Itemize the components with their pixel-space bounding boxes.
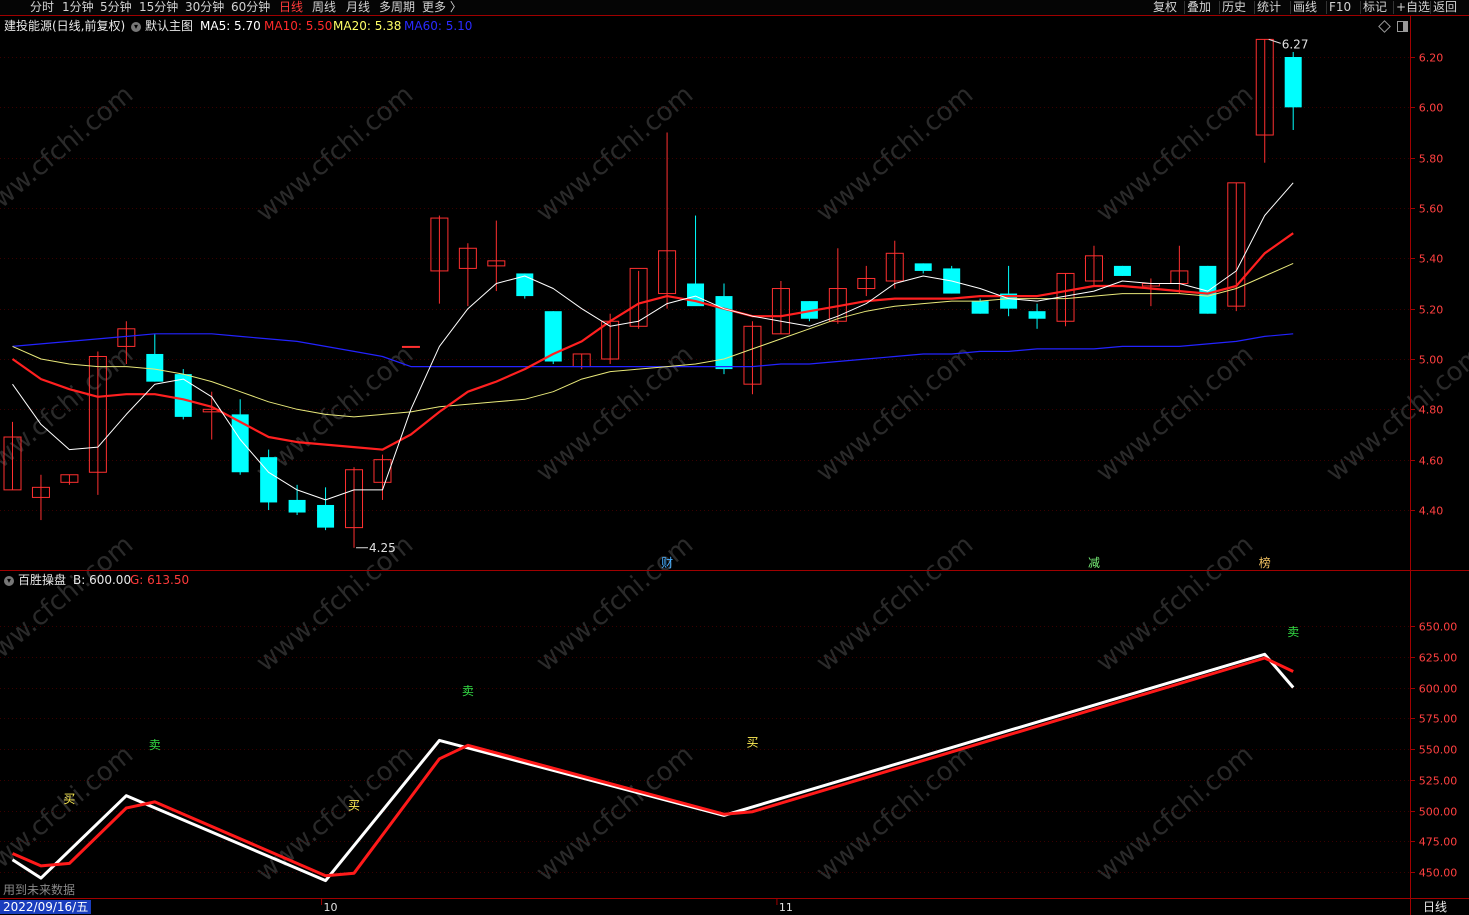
candle-body — [146, 353, 164, 382]
watermark-text: www.cfchi.com — [811, 740, 980, 888]
watermark-text: www.cfchi.com — [1091, 530, 1260, 678]
sub-y-tick-label: 575.00 — [1419, 713, 1458, 726]
high-marker-arrow — [1268, 38, 1281, 44]
period-label[interactable]: 日线 — [1423, 900, 1447, 914]
chevron-down-icon: ▾ — [131, 21, 141, 32]
sub-y-tick-label: 625.00 — [1419, 652, 1458, 665]
candle-body — [516, 273, 534, 297]
watermark-text: www.cfchi.com — [1321, 340, 1469, 488]
sub-y-tick-label: 650.00 — [1419, 621, 1458, 634]
event-marker: 榜 — [1259, 555, 1271, 570]
candle-body — [1284, 57, 1302, 108]
sub-y-tick-label: 600.00 — [1419, 683, 1458, 696]
indicator-b-value: B: 600.00 — [73, 573, 132, 587]
ma-label-1: MA10: 5.50 — [264, 19, 333, 33]
event-marker: 财 — [661, 556, 673, 570]
template-label: 默认主图 — [145, 19, 194, 33]
watermark-text: www.cfchi.com — [1091, 740, 1260, 888]
chevron-down-icon: ▾ — [4, 575, 14, 586]
watermark-text: www.cfchi.com — [251, 740, 420, 888]
sub-y-tick-label: 450.00 — [1419, 867, 1458, 880]
watermark-text: www.cfchi.com — [811, 80, 980, 228]
signal-label: 买 — [348, 798, 360, 812]
panel-toggle-icon[interactable] — [1397, 21, 1408, 32]
y-tick-label: 4.80 — [1419, 404, 1444, 417]
y-tick-label: 6.20 — [1419, 52, 1444, 65]
y-tick-label: 5.60 — [1419, 203, 1444, 216]
candle-body — [1028, 311, 1046, 319]
high-price-label: 6.27 — [1282, 37, 1309, 51]
candle-body — [401, 345, 420, 348]
ma-label-3: MA60: 5.10 — [404, 19, 473, 33]
candle-body — [260, 457, 278, 503]
sub-y-tick-label: 500.00 — [1419, 806, 1458, 819]
watermark-text: www.cfchi.com — [1091, 80, 1260, 228]
watermark-text: www.cfchi.com — [251, 80, 420, 228]
ma-label-0: MA5: 5.70 — [200, 19, 261, 33]
template-selector[interactable]: ▾ 默认主图 — [131, 19, 193, 33]
y-tick-label: 4.40 — [1419, 505, 1444, 518]
sub-y-tick-label: 550.00 — [1419, 744, 1458, 757]
watermark-text: www.cfchi.com — [0, 80, 139, 228]
candle-body — [1113, 265, 1131, 276]
watermark-text: www.cfchi.com — [531, 80, 700, 228]
ma10-line — [11, 232, 1294, 451]
watermark-text: www.cfchi.com — [811, 530, 980, 678]
candle-body — [288, 499, 306, 513]
y-tick-label: 5.40 — [1419, 253, 1444, 266]
future-data-warning: 用到未来数据 — [3, 883, 76, 897]
signal-label: 卖 — [1287, 625, 1299, 639]
ma-label-2: MA20: 5.38 — [333, 19, 402, 33]
low-price-label: 4.25 — [369, 541, 396, 555]
ma5-line — [12, 182, 1294, 501]
watermark-text: www.cfchi.com — [531, 740, 700, 888]
signal-label: 买 — [63, 792, 75, 806]
watermark-text: www.cfchi.com — [531, 340, 700, 488]
signal-label: 买 — [746, 736, 758, 750]
y-tick-label: 5.20 — [1419, 304, 1444, 317]
event-marker: 减 — [1088, 556, 1100, 570]
kline-chart: www.cfchi.com www.cfchi.com www.cfchi.com w… — [0, 15, 1469, 915]
indicator-g-value: G: 613.50 — [130, 573, 190, 587]
cursor-date-label: 2022/09/16/五 — [0, 900, 92, 914]
stock-title[interactable]: 建投能源(日线,前复权) — [4, 19, 125, 33]
signal-label: 卖 — [462, 684, 474, 698]
watermark-text: www.cfchi.com — [1091, 340, 1260, 488]
candle-body — [914, 263, 932, 271]
y-tick-label: 4.60 — [1419, 455, 1444, 468]
x-tick-label: 10 — [324, 901, 338, 914]
y-tick-label: 5.00 — [1419, 354, 1444, 367]
candle-body — [317, 504, 335, 528]
indicator-selector[interactable]: ▾ 百胜操盘 — [4, 573, 66, 587]
signal-label: 卖 — [149, 738, 161, 752]
watermark-text: www.cfchi.com — [0, 530, 139, 678]
candle-body — [971, 301, 989, 314]
indicator-name: 百胜操盘 — [18, 573, 67, 587]
y-tick-label: 5.80 — [1419, 153, 1444, 166]
sub-y-tick-label: 475.00 — [1419, 836, 1458, 849]
watermark-text: www.cfchi.com — [531, 530, 700, 678]
y-tick-label: 6.00 — [1419, 102, 1444, 115]
sub-y-tick-label: 525.00 — [1419, 775, 1458, 788]
x-tick-label: 11 — [779, 901, 793, 914]
